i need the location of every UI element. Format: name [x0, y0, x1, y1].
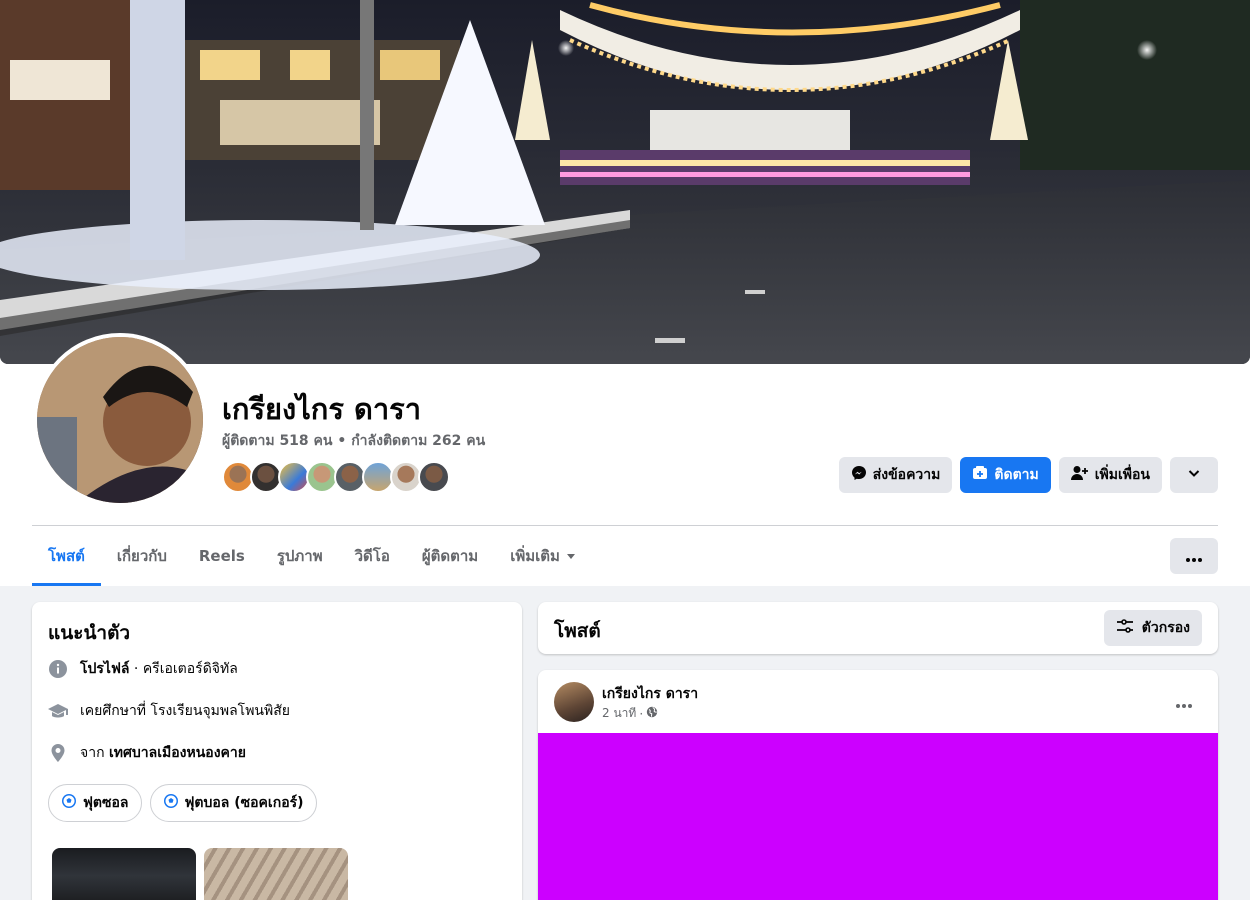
mutual-friends-avatars: [222, 461, 450, 493]
intro-education-row: เคยศึกษาที่ โรงเรียนจุมพลโพนพิสัย: [48, 700, 290, 722]
tab-posts[interactable]: โพสต์: [32, 526, 101, 586]
profile-photo: [37, 337, 203, 503]
follow-button-label: ติดตาม: [994, 467, 1039, 483]
post-media[interactable]: [538, 733, 1218, 900]
soccer-ball-icon: [61, 793, 77, 813]
profile-header: เกรียงไกร ดารา ผู้ติดตาม 518 คน • กำลังต…: [0, 0, 1250, 586]
post-card: เกรียงไกร ดารา 2 นาที ·: [538, 670, 1218, 900]
profile-stats: ผู้ติดตาม 518 คน • กำลังติดตาม 262 คน: [222, 430, 485, 452]
ellipsis-icon: [1176, 693, 1192, 712]
intro-title: แนะนำตัว: [48, 622, 131, 644]
tabs-more-options-button[interactable]: [1170, 538, 1218, 574]
post-author-name[interactable]: เกรียงไกร ดารา: [602, 683, 698, 705]
tab-followers[interactable]: ผู้ติดตาม: [406, 526, 494, 586]
intro-card: แนะนำตัว โปรไฟล์ · ครีเอเตอร์ดิจิทัล เคย…: [32, 602, 522, 900]
messenger-icon: [851, 465, 867, 485]
chevron-down-icon: [1187, 466, 1201, 484]
globe-icon: [646, 706, 658, 721]
intro-profile-text: โปรไฟล์ · ครีเอเตอร์ดิจิทัล: [80, 658, 238, 680]
intro-profile-row: โปรไฟล์ · ครีเอเตอร์ดิจิทัล: [48, 658, 238, 680]
caret-down-icon: [566, 547, 576, 565]
intro-profile-value: · ครีเอเตอร์ดิจิทัล: [129, 661, 238, 677]
profile-avatar[interactable]: [33, 333, 207, 507]
follow-icon: [972, 465, 988, 485]
featured-photo[interactable]: [52, 848, 196, 900]
tab-about[interactable]: เกี่ยวกับ: [101, 526, 183, 586]
tab-photos[interactable]: รูปภาพ: [261, 526, 339, 586]
post-options-button[interactable]: [1166, 684, 1202, 720]
profile-actions: ส่งข้อความ ติดตาม เพิ่มเพื่อน: [838, 457, 1218, 493]
add-friend-icon: [1070, 465, 1089, 485]
tab-reels[interactable]: Reels: [183, 526, 261, 586]
hobbies: ฟุตซอล ฟุตบอล (ซอคเกอร์): [48, 784, 317, 822]
hobby-chip[interactable]: ฟุตซอล: [48, 784, 142, 822]
add-friend-button[interactable]: เพิ่มเพื่อน: [1058, 457, 1162, 493]
featured-photos: [52, 848, 348, 900]
message-button[interactable]: ส่งข้อความ: [838, 457, 953, 493]
intro-profile-label: โปรไฟล์: [80, 661, 130, 677]
friend-avatar[interactable]: [418, 461, 450, 493]
intro-from-text: จาก เทศบาลเมืองหนองคาย: [80, 742, 246, 764]
posts-header-card: โพสต์ ตัวกรอง: [538, 602, 1218, 654]
intro-from-prefix: จาก: [80, 745, 109, 761]
tab-videos[interactable]: วิดีโอ: [339, 526, 406, 586]
profile-options-button[interactable]: [1170, 457, 1218, 493]
tab-more-label: เพิ่มเติม: [510, 547, 560, 565]
graduation-cap-icon: [48, 701, 68, 721]
profile-name: เกรียงไกร ดารา: [222, 392, 421, 426]
add-friend-button-label: เพิ่มเพื่อน: [1094, 467, 1150, 483]
intro-education-text: เคยศึกษาที่ โรงเรียนจุมพลโพนพิสัย: [80, 703, 290, 719]
hobby-label: ฟุตซอล: [83, 795, 129, 811]
featured-photo[interactable]: [204, 848, 348, 900]
post-author-avatar[interactable]: [554, 682, 594, 722]
info-icon: [48, 659, 68, 679]
follow-button[interactable]: ติดตาม: [960, 457, 1051, 493]
stats-separator: •: [332, 433, 352, 449]
hobby-chip[interactable]: ฟุตบอล (ซอคเกอร์): [149, 784, 317, 822]
filter-icon: [1116, 618, 1134, 638]
message-button-label: ส่งข้อความ: [872, 467, 941, 483]
filter-button-label: ตัวกรอง: [1141, 620, 1190, 636]
post-meta: 2 นาที ·: [602, 704, 658, 723]
intro-from-row: จาก เทศบาลเมืองหนองคาย: [48, 742, 246, 764]
tab-more[interactable]: เพิ่มเติม: [494, 526, 592, 586]
filter-button[interactable]: ตัวกรอง: [1103, 610, 1202, 646]
location-pin-icon: [48, 743, 68, 763]
followers-link[interactable]: ผู้ติดตาม 518 คน: [222, 433, 332, 449]
soccer-ball-icon: [163, 793, 179, 813]
intro-from-value[interactable]: เทศบาลเมืองหนองคาย: [109, 745, 246, 761]
posts-title: โพสต์: [554, 620, 601, 642]
cover-photo[interactable]: [0, 0, 1250, 364]
post-meta-separator: ·: [639, 706, 644, 721]
following-link[interactable]: กำลังติดตาม 262 คน: [351, 433, 485, 449]
post-timestamp[interactable]: 2 นาที: [602, 704, 636, 723]
ellipsis-icon: [1186, 547, 1202, 566]
profile-tabs: โพสต์ เกี่ยวกับ Reels รูปภาพ วิดีโอ ผู้ต…: [32, 526, 592, 586]
hobby-label: ฟุตบอล (ซอคเกอร์): [184, 795, 304, 811]
